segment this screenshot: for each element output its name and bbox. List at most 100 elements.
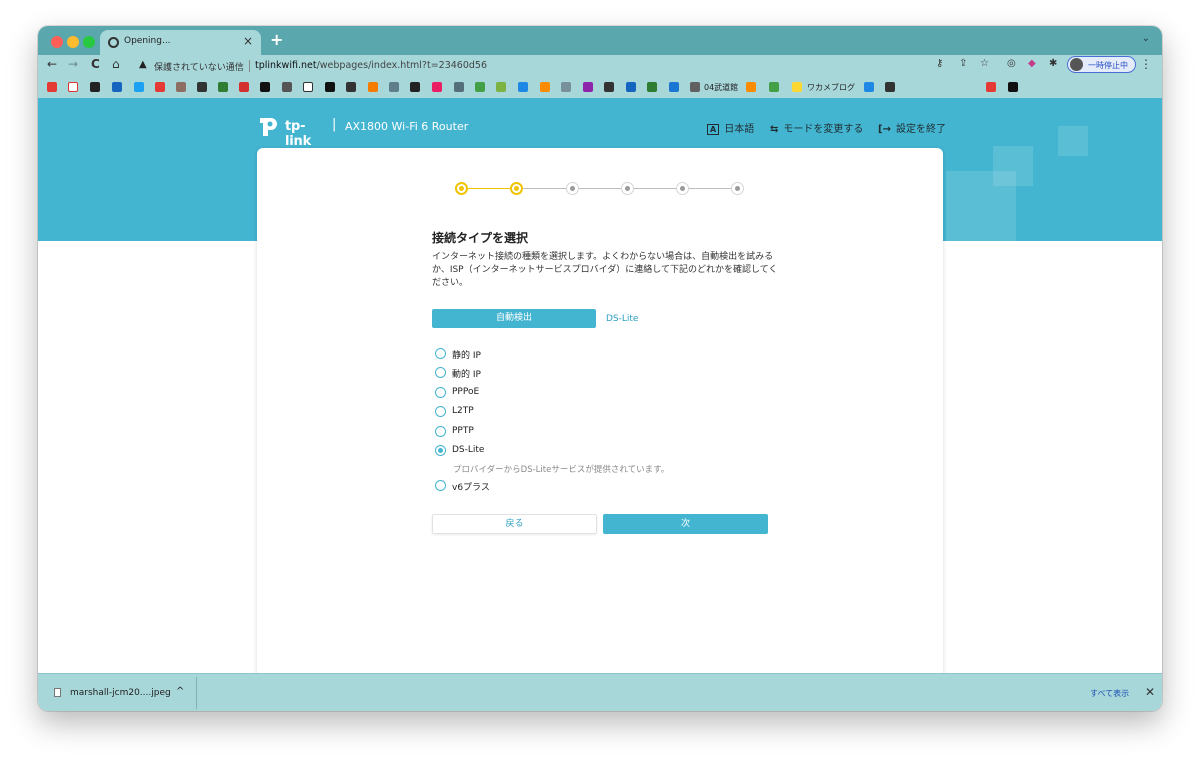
bookmark-icon[interactable]	[561, 82, 571, 92]
bookmark-icon[interactable]	[112, 82, 122, 92]
bookmark-icon[interactable]	[303, 82, 313, 92]
change-mode-button[interactable]: ⇆ モードを変更する	[770, 120, 863, 135]
zoom-window-button[interactable]	[83, 36, 95, 48]
bookmark-icon[interactable]	[389, 82, 399, 92]
tab-opening[interactable]: Opening... ×	[100, 30, 261, 55]
bookmark-icon[interactable]	[155, 82, 165, 92]
bookmark-icon[interactable]	[346, 82, 356, 92]
warning-icon[interactable]: ▲	[139, 59, 147, 70]
bookmark-icon[interactable]	[769, 82, 779, 92]
bookmark-icon[interactable]	[454, 82, 464, 92]
option-label: 静的 IP	[452, 351, 481, 361]
rakuten-icon[interactable]	[432, 82, 442, 92]
tp-link-logo-icon	[260, 118, 277, 136]
amazon-icon[interactable]	[410, 82, 420, 92]
router-model: AX1800 Wi-Fi 6 Router	[345, 120, 469, 133]
profile-button[interactable]: 一時停止中	[1067, 56, 1136, 73]
bookmark-icon[interactable]	[1008, 82, 1018, 92]
step-4	[621, 182, 634, 195]
bookmark-icon[interactable]	[496, 82, 506, 92]
page-title: 接続タイプを選択	[432, 231, 529, 245]
bookmark-icon[interactable]	[864, 82, 874, 92]
download-filename[interactable]: marshall-jcm20....jpeg	[70, 688, 171, 698]
bookmark-icon[interactable]	[475, 82, 485, 92]
minimize-window-button[interactable]	[67, 36, 79, 48]
option-label: PPTP	[452, 426, 474, 436]
bookmark-icon[interactable]	[197, 82, 207, 92]
bookmark-icon[interactable]	[885, 82, 895, 92]
decoration	[1058, 126, 1088, 156]
bookmark-icon[interactable]	[218, 82, 228, 92]
bookmark-icon[interactable]	[260, 82, 270, 92]
bookmark-folder-label[interactable]: 04武道館	[704, 82, 738, 93]
forward-icon[interactable]: →	[68, 57, 78, 71]
star-icon[interactable]: ☆	[980, 58, 989, 69]
extension-icon[interactable]: ◎	[1007, 58, 1016, 69]
bookmark-icon[interactable]	[669, 82, 679, 92]
loading-icon	[108, 37, 119, 48]
avatar	[1070, 58, 1083, 71]
exit-setup-button[interactable]: [→ 設定を終了	[878, 120, 946, 135]
bookmark-icon[interactable]	[518, 82, 528, 92]
bookmark-blog-label[interactable]: ワカメブログ	[807, 82, 855, 93]
radio-button[interactable]	[435, 426, 446, 437]
step-5	[676, 182, 689, 195]
bookmark-icon[interactable]	[604, 82, 614, 92]
show-all-downloads-link[interactable]: すべて表示	[1090, 688, 1129, 699]
security-label[interactable]: 保護されていない通信	[154, 60, 244, 73]
tab-close-icon[interactable]: ×	[243, 34, 253, 48]
swap-icon: ⇆	[770, 124, 779, 135]
puzzle-icon[interactable]: ✱	[1049, 58, 1057, 69]
analytics-icon[interactable]	[746, 82, 756, 92]
back-icon[interactable]: ←	[47, 57, 57, 71]
bookmark-icon[interactable]	[626, 82, 636, 92]
bookmark-icon[interactable]	[647, 82, 657, 92]
bookmark-icon[interactable]	[368, 82, 378, 92]
exit-setup-label: 設定を終了	[895, 124, 946, 135]
apple-icon[interactable]	[282, 82, 292, 92]
bookmark-icon[interactable]	[176, 82, 186, 92]
radio-button-selected[interactable]	[435, 445, 446, 456]
share-icon[interactable]: ⇪	[959, 58, 967, 69]
new-tab-button[interactable]: +	[270, 30, 283, 49]
url-text[interactable]: tplinkwifi.net/webpages/index.html?t=234…	[255, 60, 487, 71]
language-button[interactable]: A 日本語	[707, 120, 754, 135]
tab-title: Opening...	[124, 36, 171, 46]
radio-button[interactable]	[435, 367, 446, 378]
youtube-icon[interactable]	[47, 82, 57, 92]
back-button[interactable]: 戻る	[432, 514, 597, 534]
gmail-icon[interactable]	[68, 82, 78, 92]
bookmark-icon[interactable]	[583, 82, 593, 92]
bookmark-icon[interactable]	[239, 82, 249, 92]
next-button[interactable]: 次	[603, 514, 768, 534]
radio-button[interactable]	[435, 406, 446, 417]
tab-search-icon[interactable]: ⌄	[1142, 33, 1150, 44]
menu-icon[interactable]: ⋮	[1140, 57, 1152, 71]
page-description: インターネット接続の種類を選択します。よくわからない場合は、自動検出を試みるか、…	[432, 252, 778, 288]
bookmark-icon[interactable]	[325, 82, 335, 92]
analytics-icon[interactable]	[540, 82, 550, 92]
exit-icon: [→	[878, 124, 891, 135]
radio-button[interactable]	[435, 348, 446, 359]
close-icon[interactable]: ✕	[1145, 685, 1155, 699]
folder-icon[interactable]	[690, 82, 700, 92]
key-icon[interactable]: ⚷	[936, 58, 943, 69]
radio-button[interactable]	[435, 480, 446, 491]
profile-label: 一時停止中	[1088, 61, 1128, 70]
bookmark-icon[interactable]	[986, 82, 996, 92]
language-label: 日本語	[724, 124, 755, 135]
download-menu-icon[interactable]: ^	[176, 686, 184, 697]
home-icon[interactable]: ⌂	[112, 57, 120, 71]
reload-icon[interactable]: C	[91, 57, 100, 71]
twitter-icon[interactable]	[134, 82, 144, 92]
step-3	[566, 182, 579, 195]
divider	[196, 677, 197, 709]
step-2	[510, 182, 523, 195]
auto-detect-button[interactable]: 自動検出	[432, 309, 596, 328]
download-bar: marshall-jcm20....jpeg ^ すべて表示 ✕	[38, 673, 1162, 711]
close-window-button[interactable]	[51, 36, 63, 48]
bookmark-icon[interactable]	[792, 82, 802, 92]
radio-button[interactable]	[435, 387, 446, 398]
extension-icon[interactable]: ◆	[1028, 58, 1036, 69]
amazon-icon[interactable]	[90, 82, 100, 92]
